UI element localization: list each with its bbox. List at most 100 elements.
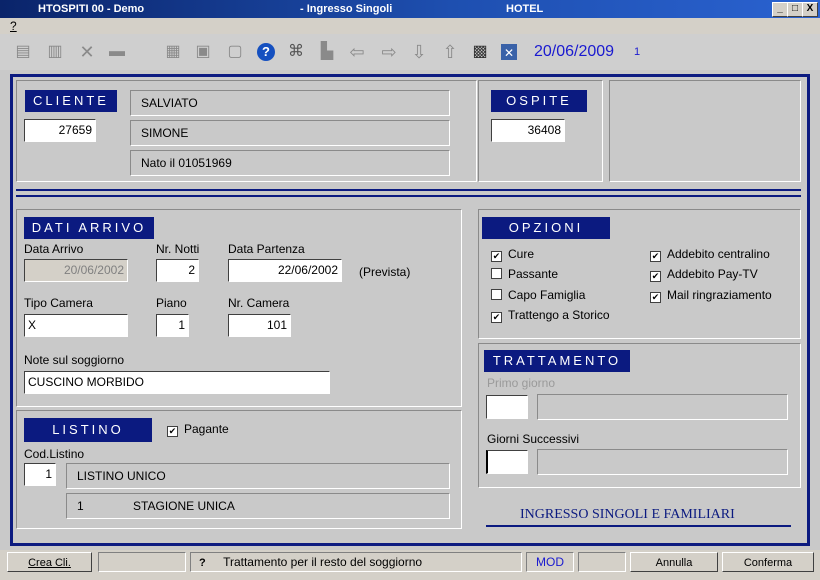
tipo-camera-label: Tipo Camera — [24, 296, 93, 310]
checkbox-box[interactable]: ✔ — [167, 426, 178, 437]
hotel-title: HOTEL — [506, 3, 544, 15]
app-title: HTOSPITI 00 - Demo — [38, 3, 145, 15]
form-footer-title: INGRESSO SINGOLI E FAMILIARI — [520, 507, 735, 522]
current-date: 20/06/2009 — [534, 43, 615, 60]
main-form: CLIENTE 27659 SALVIATO SIMONE Nato il 01… — [10, 74, 810, 546]
notti-label: Nr. Notti — [156, 242, 200, 256]
separator-line — [16, 195, 801, 197]
note-label: Note sul soggiorno — [24, 353, 125, 367]
cliente-name: SIMONE — [130, 120, 450, 146]
cliente-birth: Nato il 01051969 — [130, 150, 450, 176]
calculator-icon[interactable]: ▩ — [471, 43, 489, 61]
toolbar: ▤ ▥ ✕ ▬ ▦ ▣ ▢ ? ⌘ ▙ ⇦ ⇨ ⇩ ⇧ ▩ ✕ 20/06/20… — [0, 34, 820, 70]
giorni-successivi-code[interactable] — [486, 450, 528, 474]
close-button[interactable]: X — [802, 2, 818, 17]
checkbox-box[interactable]: ✔ — [650, 292, 661, 303]
data-arrivo-field: 20/06/2002 — [24, 259, 128, 282]
maximize-button[interactable]: □ — [787, 2, 803, 17]
window-title: - Ingresso Singoli — [300, 3, 393, 15]
opzione-label: Trattengo a Storico — [508, 308, 610, 322]
refresh-icon[interactable]: ▢ — [226, 43, 244, 61]
arrow-up-icon[interactable]: ⇧ — [441, 43, 459, 61]
checkbox-box[interactable]: ✔ — [650, 271, 661, 282]
data-arrivo-label: Data Arrivo — [24, 242, 84, 256]
checkbox-box[interactable]: ✔ — [491, 251, 502, 262]
ospite-extra-panel — [609, 80, 801, 182]
partenza-field[interactable]: 22/06/2002 — [228, 259, 342, 282]
title-bar: HTOSPITI 00 - Demo - Ingresso Singoli HO… — [0, 0, 820, 18]
stagione-row: 1 STAGIONE UNICA — [66, 493, 450, 519]
arrow-left-icon[interactable]: ⇦ — [348, 43, 366, 61]
opzione-cure[interactable]: ✔ Cure — [491, 247, 534, 262]
menu-help[interactable]: ? — [10, 19, 17, 33]
cliente-header: CLIENTE — [25, 90, 117, 112]
checkbox-box[interactable] — [491, 268, 502, 279]
ospite-code-field[interactable]: 36408 — [491, 119, 565, 142]
conferma-button[interactable]: Conferma — [722, 552, 814, 572]
note-field[interactable]: CUSCINO MORBIDO — [24, 371, 330, 394]
opzione-label: Addebito Pay-TV — [667, 267, 758, 281]
menu-bar: ? — [0, 18, 820, 34]
status-empty-field — [98, 552, 186, 572]
print-icon[interactable]: ▬ — [108, 43, 126, 61]
arrow-down-icon[interactable]: ⇩ — [410, 43, 428, 61]
mode-indicator: MOD — [526, 552, 574, 572]
opzione-capo-famiglia[interactable]: Capo Famiglia — [491, 288, 585, 302]
help-icon[interactable]: ? — [257, 43, 275, 61]
ospite-header: OSPITE — [491, 90, 587, 112]
opzione-addebito-paytv[interactable]: ✔ Addebito Pay-TV — [650, 267, 758, 282]
primo-giorno-desc — [537, 394, 788, 420]
arrow-right-icon[interactable]: ⇨ — [380, 43, 398, 61]
prevista-label: (Prevista) — [359, 265, 411, 279]
opzione-mail-ringraziamento[interactable]: ✔ Mail ringraziamento — [650, 288, 772, 303]
primo-giorno-label: Primo giorno — [487, 376, 556, 390]
cod-listino-label: Cod.Listino — [24, 447, 85, 461]
cliente-surname: SALVIATO — [130, 90, 450, 116]
cod-listino-field[interactable]: 1 — [24, 463, 56, 486]
arrivo-header: DATI ARRIVO — [24, 217, 154, 239]
opzione-label: Capo Famiglia — [508, 288, 586, 302]
giorni-successivi-desc — [537, 449, 788, 475]
status-empty-field-2 — [578, 552, 626, 572]
status-message-field: ? Trattamento per il resto del soggiorno — [190, 552, 522, 572]
notti-field[interactable]: 2 — [156, 259, 199, 282]
save-icon[interactable]: ▣ — [194, 43, 212, 61]
pagante-checkbox[interactable]: ✔ Pagante — [167, 422, 229, 437]
listino-name: LISTINO UNICO — [66, 463, 450, 489]
pagante-label: Pagante — [184, 422, 229, 436]
copy-record-icon[interactable]: ▥ — [46, 43, 64, 61]
close-form-icon[interactable]: ✕ — [501, 44, 517, 60]
checkbox-box[interactable]: ✔ — [491, 312, 502, 323]
delete-icon[interactable]: ✕ — [78, 43, 96, 61]
nr-camera-label: Nr. Camera — [228, 296, 290, 310]
opzione-passante[interactable]: Passante — [491, 267, 558, 281]
opzione-trattengo-storico[interactable]: ✔ Trattengo a Storico — [491, 308, 610, 323]
minimize-button[interactable]: _ — [772, 2, 788, 17]
checkbox-box[interactable]: ✔ — [650, 251, 661, 262]
stagione-name: STAGIONE UNICA — [133, 499, 235, 513]
layout-icon[interactable]: ▦ — [164, 43, 182, 61]
binoculars-icon[interactable]: ⌘ — [287, 43, 305, 61]
opzione-label: Mail ringraziamento — [667, 288, 772, 302]
opzione-addebito-centralino[interactable]: ✔ Addebito centralino — [650, 247, 770, 262]
checkbox-box[interactable] — [491, 289, 502, 300]
status-bar: Crea Cli. ? Trattamento per il resto del… — [0, 550, 820, 580]
help-marker-icon: ? — [199, 557, 206, 569]
annulla-button[interactable]: Annulla — [630, 552, 718, 572]
status-message: Trattamento per il resto del soggiorno — [223, 555, 423, 569]
opzione-label: Cure — [508, 247, 535, 261]
record-counter: 1 — [634, 46, 641, 58]
piano-label: Piano — [156, 296, 187, 310]
giorni-successivi-label: Giorni Successivi — [487, 432, 580, 446]
cliente-code-field[interactable]: 27659 — [24, 119, 96, 142]
listino-header: LISTINO — [24, 418, 152, 442]
piano-field[interactable]: 1 — [156, 314, 189, 337]
nr-camera-field[interactable]: 101 — [228, 314, 291, 337]
tipo-camera-field[interactable]: X — [24, 314, 128, 337]
folder-icon[interactable]: ▙ — [318, 43, 336, 61]
new-record-icon[interactable]: ▤ — [14, 43, 32, 61]
crea-cliente-button[interactable]: Crea Cli. — [7, 552, 92, 572]
primo-giorno-code[interactable] — [486, 395, 528, 419]
separator-line — [16, 189, 801, 191]
opzioni-header: OPZIONI — [482, 217, 610, 239]
